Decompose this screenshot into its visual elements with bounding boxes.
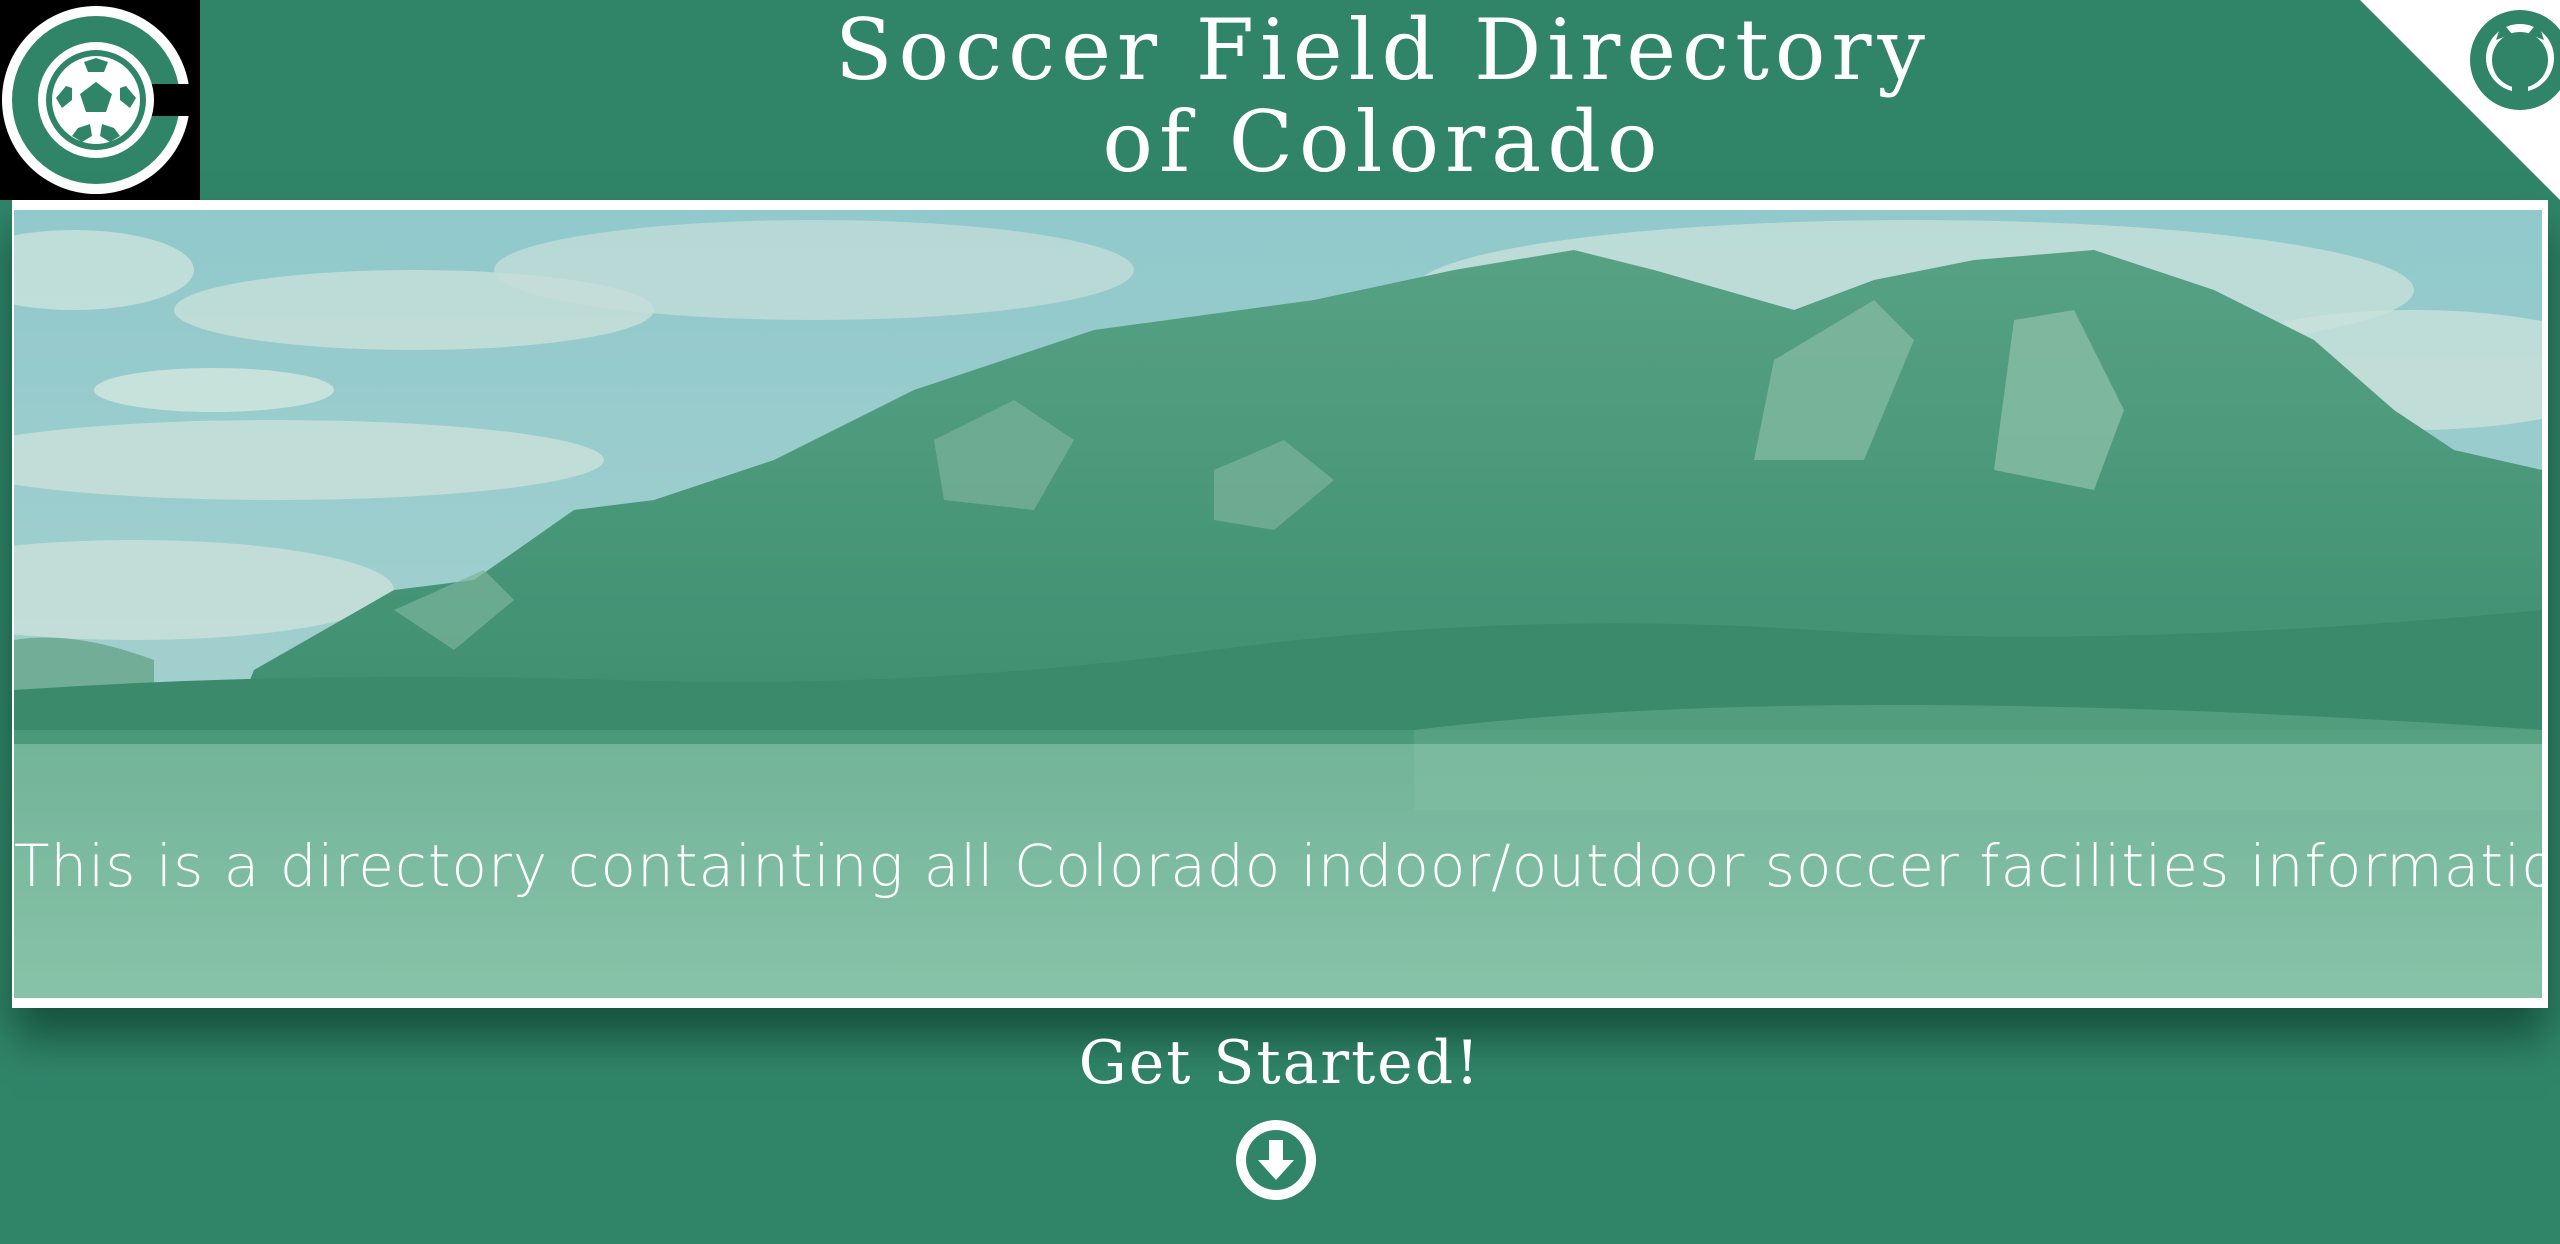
github-octocat-icon xyxy=(2360,0,2560,200)
colorado-soccer-ball-logo-icon xyxy=(2,6,200,194)
get-started-button[interactable] xyxy=(1236,1120,1316,1200)
hero-tagline: This is a directory containting all Colo… xyxy=(14,832,2542,900)
github-corner-link[interactable] xyxy=(2360,0,2560,200)
page-title-line-1: Soccer Field Directory xyxy=(834,1,1932,99)
hero-banner: This is a directory containting all Colo… xyxy=(12,200,2548,1008)
hero-image: This is a directory containting all Colo… xyxy=(14,210,2542,998)
site-logo[interactable] xyxy=(0,0,200,200)
get-started-label: Get Started! xyxy=(1078,1028,1482,1098)
arrow-down-circle-icon xyxy=(1236,1120,1316,1200)
page-title-line-2: of Colorado xyxy=(1102,93,1664,191)
page-title: Soccer Field Directory of Colorado xyxy=(206,0,2560,200)
